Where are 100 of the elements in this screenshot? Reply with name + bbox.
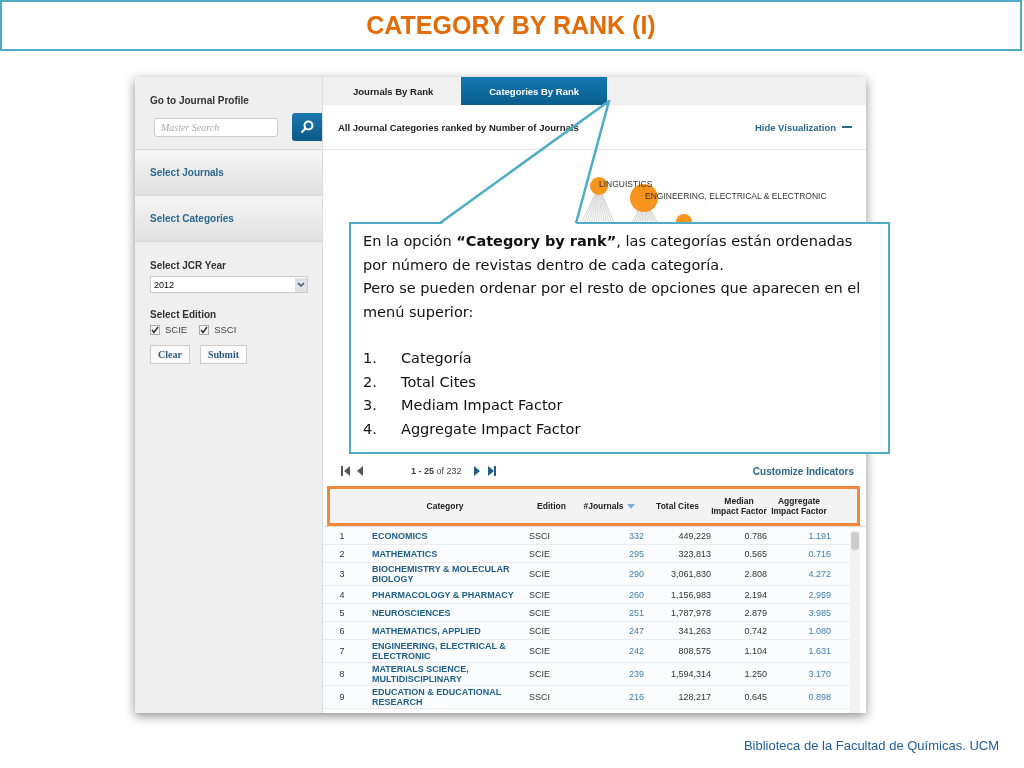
category-link[interactable]: ECONOMICS (361, 530, 529, 541)
table-cell-text: 128,217 (677, 692, 711, 702)
table-cell-text: 0.645 (743, 692, 767, 702)
aggregate-link[interactable]: 4.272 (767, 569, 831, 579)
list-item: Total Cites (401, 372, 476, 392)
category-link[interactable]: MATHEMATICS (361, 548, 529, 559)
sidebar-item[interactable]: Select Journals (135, 149, 322, 195)
table-cell-text: 323,813 (677, 548, 711, 559)
column-header[interactable]: Category (361, 501, 529, 511)
table-cell-text: 1,787,978 (669, 607, 711, 618)
table-cell-text: 2 (338, 548, 346, 559)
table-cell-text: SCIE (529, 569, 551, 579)
category-link[interactable]: NEUROSCIENCES (361, 607, 529, 618)
table-cell-text: 4 (338, 589, 346, 600)
hide-visualization-link[interactable]: Hide Visualization (754, 121, 852, 133)
table-cell-text: SCIE (529, 669, 551, 679)
aggregate-link[interactable]: 0.898 (767, 692, 831, 702)
table-cell-text: 2.194 (743, 589, 767, 600)
category-link[interactable]: PHARMACOLOGY & PHARMACY (361, 589, 529, 600)
table-cell-text: SCIE (529, 625, 551, 636)
table-cell-text: 1,594,314 (669, 669, 711, 679)
edition-option: SSCI (214, 324, 237, 335)
table-cell-text: 808,575 (677, 646, 711, 656)
table-cell-text: 1,156,983 (669, 589, 711, 600)
checkbox[interactable] (199, 324, 210, 335)
journals-link[interactable]: 332 (574, 530, 644, 541)
journals-link[interactable]: 290 (574, 569, 644, 579)
callout-text: Pero se pueden ordenar por el resto de opciones que aparecen en el menú superior: (363, 279, 862, 322)
table-cell-text: 6 (338, 625, 346, 636)
scrollbar[interactable] (850, 531, 860, 713)
table-cell-text: 341,263 (677, 625, 711, 636)
journals-link[interactable]: 239 (574, 669, 644, 679)
list-item: Aggregate Impact Factor (401, 419, 581, 439)
category-link[interactable]: BIOCHEMISTRY & MOLECULAR BIOLOGY (361, 564, 529, 584)
form-button[interactable]: Clear (150, 345, 190, 364)
table-cell-text: 449,229 (677, 530, 711, 541)
list-number: 3. (363, 396, 378, 415)
category-link[interactable]: MATHEMATICS, APPLIED (361, 625, 529, 636)
caret-icon (295, 277, 307, 292)
search-button[interactable] (292, 113, 322, 141)
table-cell-text: 0.742 (743, 625, 767, 636)
aggregate-link[interactable]: 1.080 (767, 625, 831, 636)
aggregate-link[interactable]: 0.716 (767, 548, 831, 559)
table-cell-text: SCIE (529, 548, 551, 559)
column-header[interactable]: #Journals (574, 501, 644, 511)
aggregate-link[interactable]: 3.985 (767, 607, 831, 618)
year-select[interactable]: 2012 (150, 276, 308, 293)
minus-icon (842, 125, 852, 129)
table-cell-text: 8 (338, 669, 346, 679)
aggregate-link[interactable]: 2.959 (767, 589, 831, 600)
form-button[interactable]: Submit (199, 345, 247, 364)
column-header[interactable]: Median Impact Factor (711, 496, 767, 516)
table-cell-text: SCIE (529, 607, 551, 618)
journals-link[interactable]: 242 (574, 646, 644, 656)
tab[interactable]: Categories By Rank (461, 77, 607, 105)
list-item: Categoría (401, 349, 472, 368)
table-cell-text: 0.565 (743, 548, 767, 559)
checkbox[interactable] (150, 324, 160, 335)
journals-link[interactable]: 247 (574, 625, 644, 636)
list-number: 4. (363, 419, 378, 439)
edition-option: SCIE (165, 324, 188, 335)
column-header[interactable]: Edition (529, 501, 574, 511)
table-cell-text: 9 (338, 692, 346, 702)
aggregate-link[interactable]: 1.631 (767, 646, 831, 656)
callout-text: En la opción “Category by rank”, las categorías están ordenadas por número de revistas dentro de cada categoría. (363, 232, 854, 275)
journals-link[interactable]: 251 (574, 607, 644, 618)
table-cell-text: 2.808 (743, 569, 767, 579)
table-cell-text: 1 (338, 530, 346, 541)
slide-title: CATEGORY BY RANK (I) (366, 11, 656, 40)
customize-indicators-link[interactable]: Customize Indicators (752, 465, 854, 477)
journals-link[interactable]: 260 (574, 589, 644, 600)
table-cell-text: SCIE (529, 589, 551, 600)
aggregate-link[interactable]: 1.191 (767, 530, 831, 541)
table-cell-text: 7 (338, 646, 346, 656)
list-number: 2. (363, 372, 378, 392)
table-cell-text: 3 (338, 569, 346, 579)
table-cell-text: SCIE (529, 646, 551, 656)
search-field[interactable]: Master Search (154, 117, 278, 137)
list-item: Mediam Impact Factor (401, 396, 563, 415)
journals-link[interactable]: 295 (574, 548, 644, 559)
category-link[interactable]: EDUCATION & EDUCATIONAL RESEARCH (361, 687, 529, 707)
table-cell-text: 0.786 (743, 530, 767, 541)
table-cell-text: 1.104 (743, 646, 767, 656)
table-cell-text: 1.250 (743, 669, 767, 679)
search-icon (300, 120, 314, 134)
footer-credit: Biblioteca de la Facultad de Químicas. UCM (743, 738, 999, 753)
tab[interactable]: Journals By Rank (325, 77, 462, 105)
category-link[interactable]: MATERIALS SCIENCE, MULTIDISCIPLINARY (361, 664, 529, 684)
table-cell-text: 5 (338, 607, 346, 618)
category-link[interactable]: ENGINEERING, ELECTRICAL & ELECTRONIC (361, 641, 529, 661)
journals-link[interactable]: 216 (574, 692, 644, 702)
page-range: 1 - 25 of 232 (411, 466, 462, 476)
year-label: Select JCR Year (150, 260, 227, 271)
aggregate-link[interactable]: 3.170 (767, 669, 831, 679)
list-number: 1. (363, 349, 378, 368)
profile-label: Go to Journal Profile (150, 95, 250, 106)
column-header[interactable]: Aggregate Impact Factor (767, 496, 831, 516)
table-cell-text: SSCI (529, 530, 551, 541)
sidebar-item[interactable]: Select Categories (135, 195, 322, 241)
column-header[interactable]: Total Cites (644, 501, 711, 511)
